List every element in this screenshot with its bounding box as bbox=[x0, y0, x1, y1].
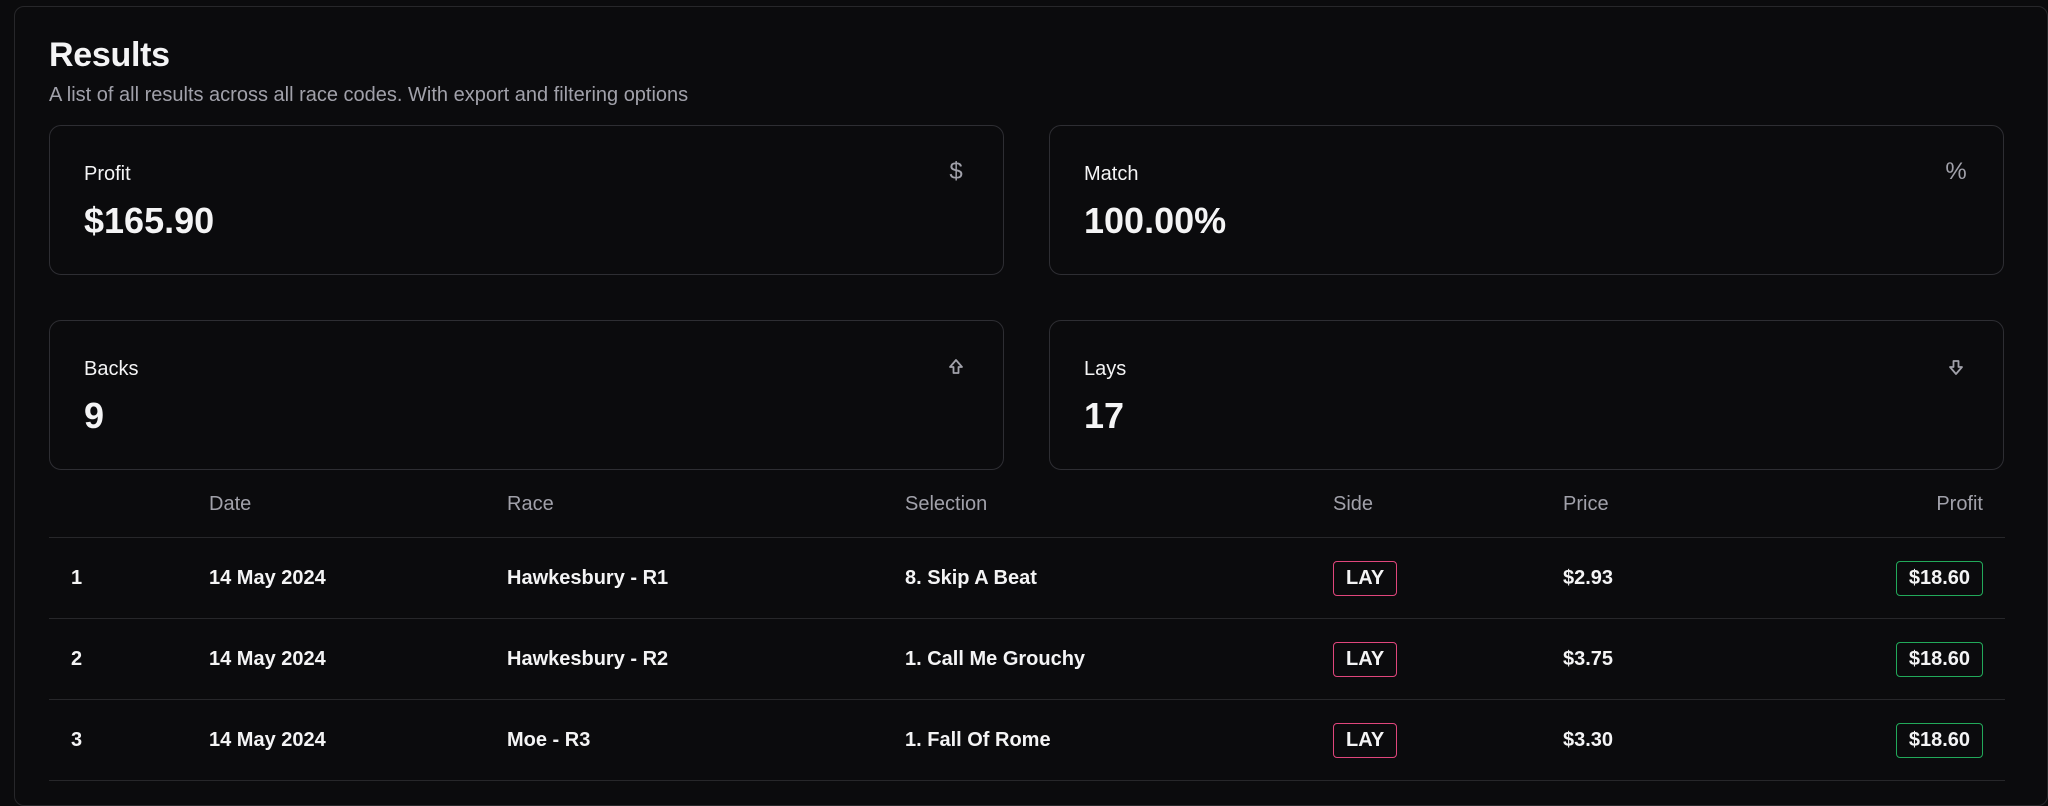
stat-value: 9 bbox=[84, 395, 105, 436]
arrow-up-icon bbox=[945, 355, 967, 379]
cell-profit: $18.60 bbox=[1895, 538, 1983, 619]
table-header: Date Race Selection Side Price Profit bbox=[49, 478, 2005, 538]
cell-side: LAY bbox=[1333, 700, 1398, 781]
percent-icon: % bbox=[1945, 158, 1967, 185]
cell-selection: 1. Call Me Grouchy bbox=[905, 648, 1086, 670]
stat-card-match: Match 100.00% % bbox=[1049, 125, 2004, 275]
cell-side: LAY bbox=[1333, 619, 1398, 700]
arrow-down-icon bbox=[1945, 355, 1967, 379]
cell-profit: $18.60 bbox=[1895, 700, 1983, 781]
cell-selection: 1. Fall Of Rome bbox=[905, 729, 1051, 751]
cell-race: Moe - R3 bbox=[507, 729, 591, 751]
cell-date: 14 May 2024 bbox=[209, 567, 326, 589]
column-header-side[interactable]: Side bbox=[1333, 493, 1373, 516]
page-title: Results bbox=[49, 36, 170, 74]
cell-race: Hawkesbury - R1 bbox=[507, 567, 669, 589]
column-header-race[interactable]: Race bbox=[507, 493, 554, 516]
stat-label: Backs bbox=[84, 358, 139, 380]
column-header-selection[interactable]: Selection bbox=[905, 493, 987, 516]
stat-value: 100.00% bbox=[1084, 200, 1227, 241]
cell-race: Hawkesbury - R2 bbox=[507, 648, 669, 670]
cell-price: $3.30 bbox=[1563, 729, 1614, 751]
cell-selection: 8. Skip A Beat bbox=[905, 567, 1037, 589]
cell-price: $2.93 bbox=[1563, 567, 1614, 589]
cell-index: 2 bbox=[71, 648, 83, 670]
table-row[interactable]: 3 14 May 2024 Moe - R3 1. Fall Of Rome L… bbox=[49, 700, 2005, 781]
cell-price: $3.75 bbox=[1563, 648, 1614, 670]
profit-badge: $18.60 bbox=[1895, 723, 1983, 758]
stat-label: Match bbox=[1084, 163, 1139, 185]
side-badge: LAY bbox=[1333, 642, 1398, 677]
page-subtitle: A list of all results across all race co… bbox=[49, 84, 689, 106]
dollar-icon: $ bbox=[949, 158, 963, 185]
cell-index: 1 bbox=[71, 567, 83, 589]
stat-card-profit: Profit $165.90 $ bbox=[49, 125, 1004, 275]
table-row[interactable]: 1 14 May 2024 Hawkesbury - R1 8. Skip A … bbox=[49, 538, 2005, 619]
table-row[interactable]: 2 14 May 2024 Hawkesbury - R2 1. Call Me… bbox=[49, 619, 2005, 700]
results-table: Date Race Selection Side Price Profit 1 … bbox=[49, 478, 2005, 781]
profit-badge: $18.60 bbox=[1895, 642, 1983, 677]
stat-label: Lays bbox=[1084, 358, 1127, 380]
stat-label: Profit bbox=[84, 163, 131, 185]
side-badge: LAY bbox=[1333, 561, 1398, 596]
cell-index: 3 bbox=[71, 729, 83, 751]
cell-side: LAY bbox=[1333, 538, 1398, 619]
stat-value: $165.90 bbox=[84, 200, 215, 241]
column-header-price[interactable]: Price bbox=[1563, 493, 1609, 516]
stat-value: 17 bbox=[1084, 395, 1125, 436]
side-badge: LAY bbox=[1333, 723, 1398, 758]
stat-card-lays: Lays 17 bbox=[1049, 320, 2004, 470]
column-header-date[interactable]: Date bbox=[209, 493, 251, 516]
cell-profit: $18.60 bbox=[1895, 619, 1983, 700]
profit-badge: $18.60 bbox=[1895, 561, 1983, 596]
column-header-profit[interactable]: Profit bbox=[1936, 493, 1983, 516]
cell-date: 14 May 2024 bbox=[209, 729, 326, 751]
stat-card-backs: Backs 9 bbox=[49, 320, 1004, 470]
cell-date: 14 May 2024 bbox=[209, 648, 326, 670]
